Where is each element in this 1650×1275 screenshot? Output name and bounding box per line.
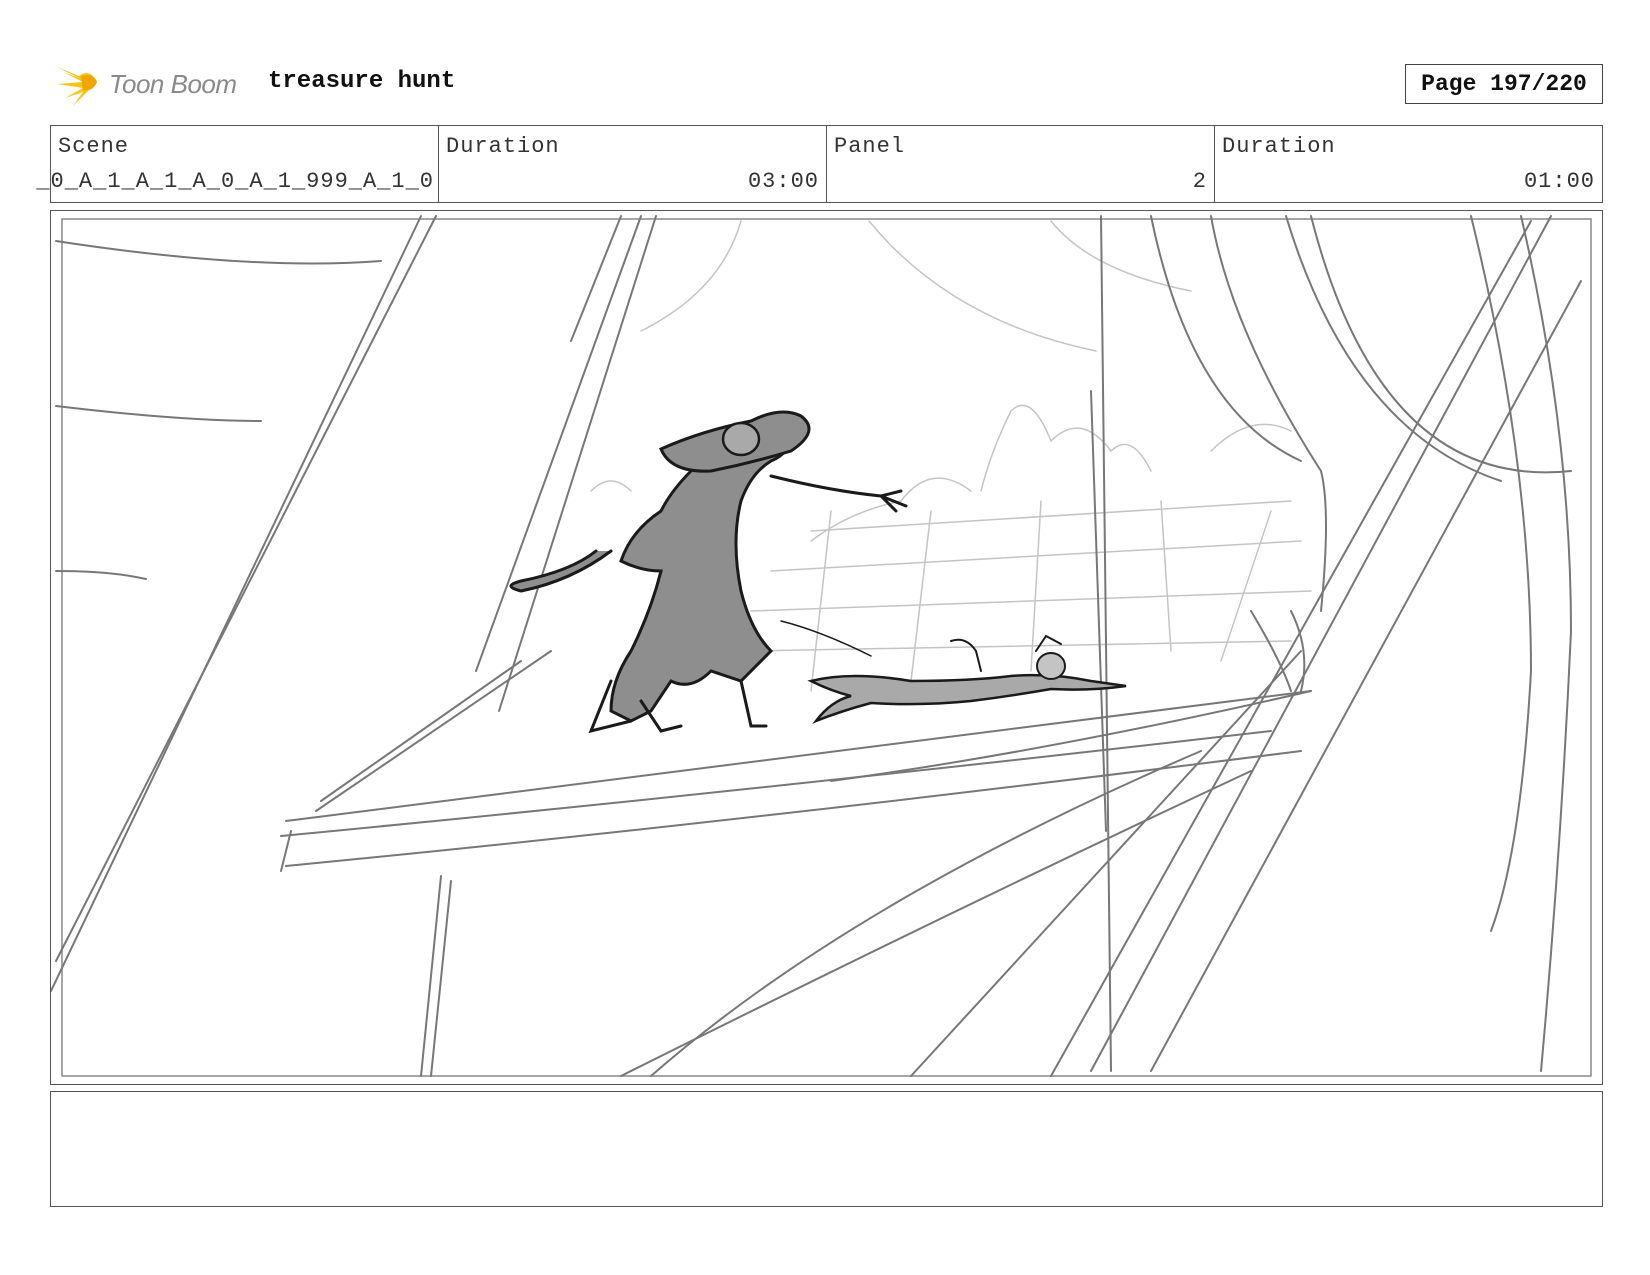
scene-cell: Scene _0_A_1_A_1_A_0_A_1_999_A_1_0 — [36, 126, 439, 202]
panel-cell: Panel 2 — [827, 126, 1215, 202]
panel-label: Panel — [834, 134, 906, 159]
scene-duration-label: Duration — [446, 134, 560, 159]
info-bar: Scene _0_A_1_A_1_A_0_A_1_999_A_1_0 Durat… — [36, 125, 1603, 203]
scene-label: Scene — [58, 134, 130, 159]
panel-value: 2 — [1192, 169, 1207, 194]
storyboard-panel — [50, 210, 1603, 1085]
scene-duration-cell: Duration 03:00 — [439, 126, 827, 202]
boy-figure — [780, 620, 1127, 724]
panel-duration-value: 01:00 — [1523, 169, 1595, 194]
project-title: treasure hunt — [268, 68, 456, 95]
logo-star-icon — [55, 66, 97, 106]
sketch-drawing — [51, 215, 1592, 1077]
scene-duration-value: 03:00 — [747, 169, 819, 194]
logo-text: Toon Boom — [109, 68, 237, 99]
panel-duration-cell: Duration 01:00 — [1215, 126, 1602, 202]
scene-value: _0_A_1_A_1_A_0_A_1_999_A_1_0 — [36, 169, 434, 194]
page-indicator: Page 197/220 — [1405, 64, 1603, 104]
toon-boom-logo: Toon Boom — [53, 58, 237, 110]
notes-box — [50, 1091, 1603, 1207]
panel-duration-label: Duration — [1222, 134, 1336, 159]
